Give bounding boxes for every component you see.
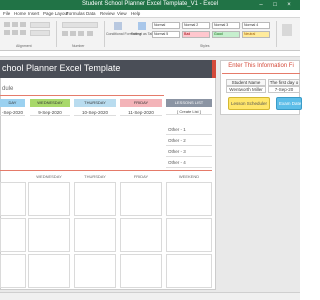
align-middle-icon[interactable] xyxy=(12,22,18,27)
tab-page-layout[interactable]: Page Layout xyxy=(43,11,68,16)
day-date: 11-Sep-2020 xyxy=(120,109,162,116)
ribbon: Alignment Number Conditional Formatting … xyxy=(0,18,300,51)
week-cell[interactable] xyxy=(120,218,162,252)
week-cell[interactable] xyxy=(0,218,26,252)
lesson-item[interactable]: Other - 1 xyxy=(166,125,212,135)
week-cell[interactable] xyxy=(74,182,116,216)
group-divider xyxy=(104,21,105,47)
week-underline xyxy=(0,170,212,171)
exam-dates-button[interactable]: Exam Dates xyxy=(276,97,302,110)
align-right-icon[interactable] xyxy=(20,30,26,35)
format-as-table-button[interactable]: Format as Table xyxy=(131,32,156,36)
student-name-header: Student Name xyxy=(226,79,266,86)
insert-cells-icon[interactable] xyxy=(282,24,292,36)
create-list-link[interactable]: [ Create List ] xyxy=(166,108,212,115)
window-title: Student School Planner Excel Template_V1… xyxy=(82,1,218,7)
day-date: 9-Sep-2020 xyxy=(30,109,70,116)
close-icon[interactable]: × xyxy=(286,2,292,8)
lessons-list-header: LESSONS LIST xyxy=(166,99,212,107)
percent-icon[interactable] xyxy=(70,31,76,36)
day-date: 10-Sep-2020 xyxy=(74,109,116,116)
banner-accent xyxy=(212,60,216,78)
schedule-underline xyxy=(0,95,164,96)
cell-style-normal-5[interactable]: Normal 5 xyxy=(152,31,180,38)
sheet-tab-bar xyxy=(0,292,300,300)
week-cell[interactable] xyxy=(120,182,162,216)
week-header-wednesday: WEDNESDAY xyxy=(36,174,62,179)
week-cell[interactable] xyxy=(74,254,116,288)
week-cell[interactable] xyxy=(0,254,26,288)
week-header-friday: FRIDAY xyxy=(133,174,149,179)
tab-help[interactable]: Help xyxy=(131,11,140,16)
alignment-group-label: Alignment xyxy=(16,44,32,48)
tab-review[interactable]: Review xyxy=(100,11,115,16)
cell-style-good[interactable]: Good xyxy=(212,31,240,38)
tab-file[interactable]: File xyxy=(3,11,10,16)
wrap-text-button[interactable] xyxy=(30,22,50,28)
cell-style-normal-4[interactable]: Normal 4 xyxy=(242,22,270,29)
comma-icon[interactable] xyxy=(78,31,84,36)
lesson-item[interactable]: Other - 2 xyxy=(166,136,212,146)
info-underline xyxy=(222,73,300,74)
align-left-icon[interactable] xyxy=(4,30,10,35)
lesson-item[interactable]: Other - 4 xyxy=(166,158,212,168)
number-group-label: Number xyxy=(72,44,85,48)
day-date: -Sep-2020 xyxy=(0,110,25,116)
lesson-scheduler-button[interactable]: Lesson Scheduler xyxy=(228,97,270,110)
day-header-thursday: THURSDAY xyxy=(74,99,116,107)
first-day-header: The first day o xyxy=(268,79,300,86)
week-cell[interactable] xyxy=(166,254,212,288)
week-header xyxy=(0,173,26,180)
group-divider xyxy=(276,21,277,47)
title-bar: Student School Planner Excel Template_V1… xyxy=(0,0,300,10)
day-header-friday: FRIDAY xyxy=(120,99,162,107)
week-cell[interactable] xyxy=(28,254,70,288)
cell-style-normal[interactable]: Normal xyxy=(152,22,180,29)
week-cell[interactable] xyxy=(28,182,70,216)
increase-decimal-icon[interactable] xyxy=(87,31,93,36)
conditional-formatting-icon[interactable] xyxy=(114,22,122,30)
align-bottom-icon[interactable] xyxy=(20,22,26,27)
cell-style-normal-2[interactable]: Normal 2 xyxy=(182,22,210,29)
planner-title: chool Planner Excel Template xyxy=(2,63,121,73)
currency-icon[interactable] xyxy=(62,31,68,36)
merge-center-button[interactable] xyxy=(30,30,50,36)
first-day-field[interactable]: 7-Sep-20 xyxy=(268,86,300,93)
number-format-select[interactable] xyxy=(62,22,98,28)
format-as-table-icon[interactable] xyxy=(138,22,146,30)
cell-style-normal-3[interactable]: Normal 3 xyxy=(212,22,240,29)
week-header-weekend: WEEKEND xyxy=(178,174,200,179)
minimize-icon[interactable]: – xyxy=(258,2,264,8)
tab-view[interactable]: View xyxy=(117,11,127,16)
align-top-icon[interactable] xyxy=(4,22,10,27)
student-name-field[interactable]: Wentworth Miller xyxy=(226,86,266,93)
lesson-item[interactable]: Other - 3 xyxy=(166,147,212,157)
day-header-wednesday: WEDNESDAY xyxy=(30,99,70,107)
align-center-icon[interactable] xyxy=(12,30,18,35)
tab-data[interactable]: Data xyxy=(86,11,96,16)
schedule-label: dule xyxy=(2,86,14,92)
week-cell[interactable] xyxy=(120,254,162,288)
styles-group-label: Styles xyxy=(200,44,210,48)
cell-style-bad[interactable]: Bad xyxy=(182,31,210,38)
maximize-icon[interactable]: □ xyxy=(272,2,278,8)
week-cell[interactable] xyxy=(166,182,212,216)
tab-insert[interactable]: Insert xyxy=(28,11,39,16)
week-cell[interactable] xyxy=(74,218,116,252)
cell-style-neutral[interactable]: Neutral xyxy=(242,31,270,38)
day-header-tuesday: DAY xyxy=(0,99,25,107)
ribbon-tabs: File Home Insert Page Layout Formulas Da… xyxy=(0,10,300,18)
group-divider xyxy=(56,21,57,47)
tab-formulas[interactable]: Formulas xyxy=(66,11,85,16)
week-header-thursday: THURSDAY xyxy=(84,174,106,179)
week-cell[interactable] xyxy=(28,218,70,252)
conditional-formatting-button[interactable]: Conditional Formatting xyxy=(106,32,141,36)
week-cell[interactable] xyxy=(0,182,26,216)
info-panel-title: Enter This Information Fi xyxy=(228,63,294,69)
week-cell[interactable] xyxy=(166,218,212,252)
tab-home[interactable]: Home xyxy=(14,11,26,16)
